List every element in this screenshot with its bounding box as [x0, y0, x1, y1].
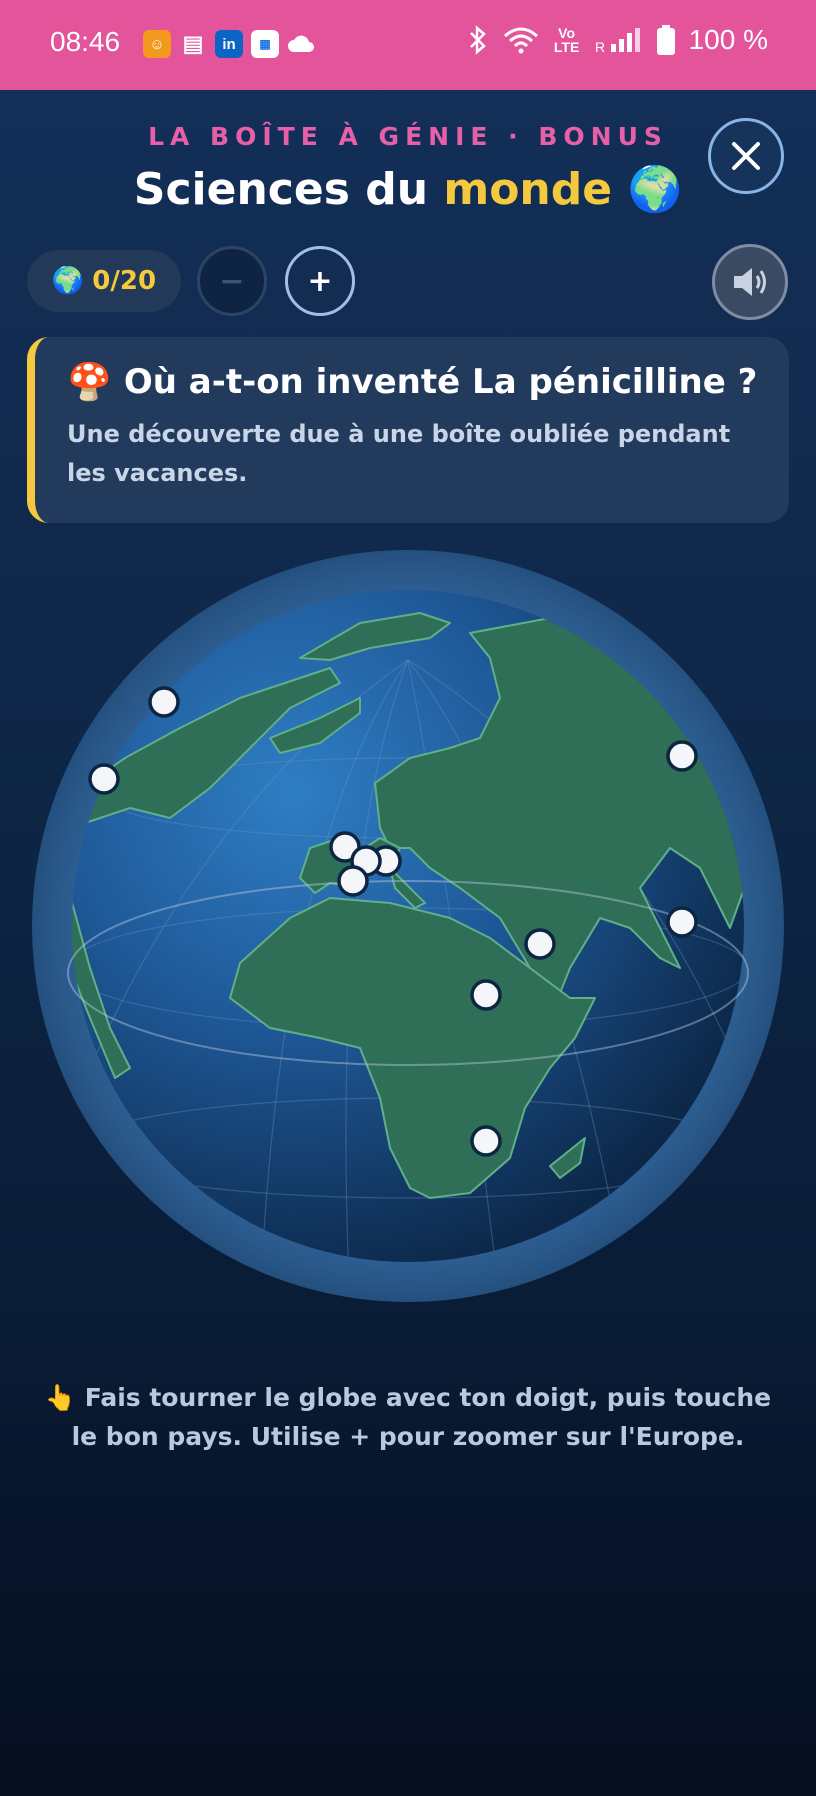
title-highlight: monde	[443, 164, 613, 215]
country-marker[interactable]	[666, 906, 698, 938]
calendar-icon: ▦	[251, 30, 279, 58]
question-hint: Une découverte due à une boîte oubliée p…	[67, 420, 731, 487]
header-kicker: LA BOÎTE À GÉNIE · BONUS	[148, 122, 668, 151]
country-marker[interactable]	[666, 740, 698, 772]
country-marker[interactable]	[88, 763, 120, 795]
title-prefix: Sciences du	[133, 164, 429, 215]
country-marker[interactable]	[337, 865, 369, 897]
instruction-body: Fais tourner le globe avec ton doigt, pu…	[71, 1383, 772, 1451]
cloud-icon	[287, 30, 315, 58]
score-value: 0/20	[92, 266, 157, 296]
roaming-label: R	[595, 39, 605, 54]
signal-icon: R	[595, 28, 640, 54]
linkedin-icon: in	[215, 30, 243, 58]
country-marker[interactable]	[148, 686, 180, 718]
zoom-out-label: −	[219, 263, 245, 299]
score-counter: 🌍 0/20	[27, 250, 181, 312]
status-right: Vo LTE R 100 %	[467, 24, 768, 56]
zoom-out-button[interactable]: −	[197, 246, 267, 316]
battery-icon	[656, 25, 675, 55]
volte-label: Vo LTE	[553, 25, 580, 55]
pointing-hand-icon: 👆	[44, 1383, 76, 1412]
linkedin-icon-text: in	[222, 35, 236, 53]
question-card: 🍄 Où a-t-on inventé La pénicilline ? Une…	[27, 337, 789, 523]
globe-map[interactable]	[30, 548, 786, 1304]
globe-emoji-icon: 🌍	[627, 164, 683, 215]
orange-app-icon: ☺	[143, 30, 171, 58]
country-marker[interactable]	[470, 979, 502, 1011]
zoom-in-button[interactable]: +	[285, 246, 355, 316]
battery-percent: 100 %	[688, 24, 768, 55]
globe[interactable]	[30, 548, 786, 1304]
instruction-text: 👆 Fais tourner le globe avec ton doigt, …	[40, 1378, 776, 1456]
bluetooth-icon	[469, 25, 486, 55]
close-icon	[732, 142, 760, 170]
sim-icon: ▤	[182, 31, 204, 56]
question-text: Où a-t-on inventé La pénicilline ?	[123, 362, 758, 402]
notification-icons: ☺ ▤ in ▦	[143, 30, 315, 58]
status-bar: 08:46 ☺ ▤ in ▦ Vo LTE R 100 %	[0, 0, 816, 90]
page-title: Sciences du monde 🌍	[0, 163, 816, 215]
wifi-icon	[503, 27, 538, 54]
status-time: 08:46	[50, 26, 121, 57]
zoom-in-label: +	[307, 263, 333, 299]
country-marker[interactable]	[470, 1125, 502, 1157]
sound-button[interactable]	[712, 244, 788, 320]
speaker-icon	[734, 268, 766, 296]
score-globe-icon: 🌍	[51, 266, 85, 296]
close-button[interactable]	[708, 118, 784, 194]
country-marker[interactable]	[524, 928, 556, 960]
mushroom-icon: 🍄	[67, 362, 112, 403]
